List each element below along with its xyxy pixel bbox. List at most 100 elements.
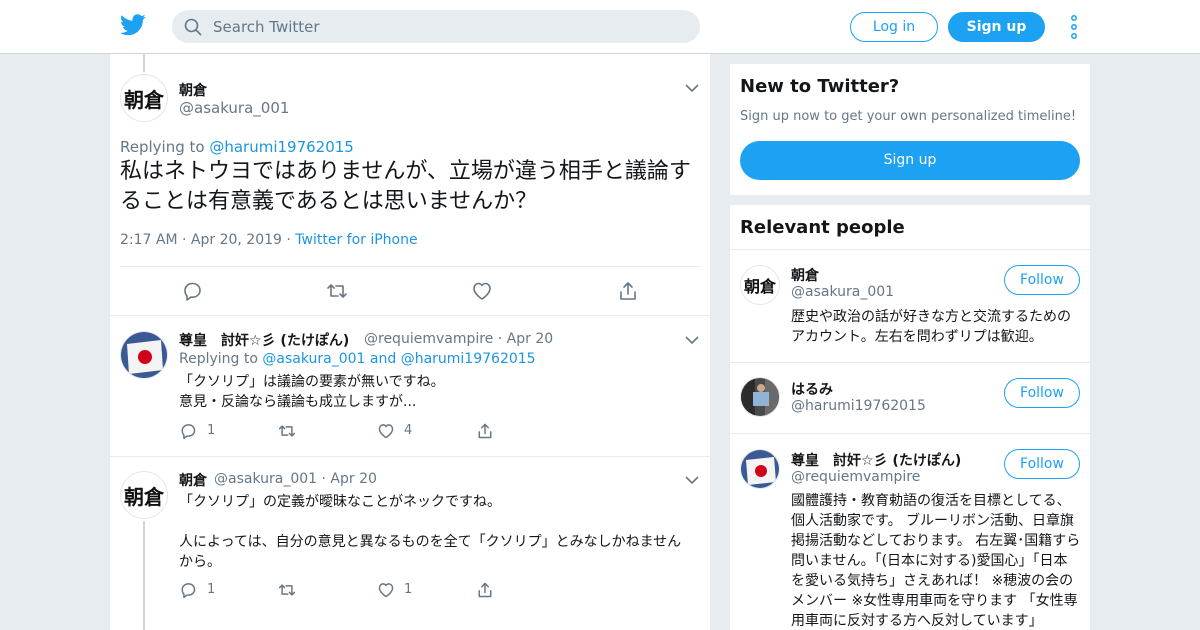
replying-to: Replying to @asakura_001 and @harumi1976…: [179, 351, 536, 367]
card-subtitle: Sign up now to get your own personalized…: [740, 109, 1077, 124]
replying-to-link[interactable]: @harumi19762015: [209, 138, 354, 156]
replying-to-link[interactable]: @harumi19762015: [401, 351, 536, 367]
search-input[interactable]: Search Twitter: [172, 10, 700, 43]
share-icon[interactable]: [617, 280, 639, 302]
replying-and: and: [365, 351, 401, 367]
tweet-source[interactable]: Twitter for iPhone: [295, 232, 417, 248]
sidebar-signup-button[interactable]: Sign up: [740, 141, 1080, 180]
tweet-text-line: 意見・反論なら議論も成立しますが...: [179, 394, 417, 410]
tweet-text: 私はネトウヨではありませんが、立場が違う相手と議論することは有意義であるとは思い…: [120, 159, 691, 214]
person-bio: 國體護持・教育勅語の復活を目標としてる、個人活動家です。 ブルーリボン活動、日章…: [791, 493, 1081, 629]
tweet-author-handle[interactable]: @asakura_001: [179, 99, 289, 117]
avatar[interactable]: 朝倉: [120, 471, 168, 519]
separator: ·: [286, 232, 291, 248]
person-handle[interactable]: @requiemvampire: [791, 469, 920, 485]
login-button[interactable]: Log in: [850, 12, 938, 42]
search-icon: [184, 18, 202, 36]
tweet-author-handle: @asakura_001 · Apr 20: [214, 471, 377, 487]
avatar-text: 朝倉: [124, 484, 164, 509]
divider: [110, 315, 710, 316]
handle-text[interactable]: @requiemvampire: [364, 331, 493, 347]
like-icon[interactable]: [377, 422, 395, 440]
retweet-icon[interactable]: [278, 581, 296, 599]
divider: [120, 266, 700, 267]
replying-to: Replying to @harumi19762015: [120, 138, 354, 156]
reply-icon[interactable]: [179, 422, 197, 440]
photo-avatar-image: [741, 378, 779, 416]
tweet-time[interactable]: 2:17 AM: [120, 232, 178, 248]
tweet-date[interactable]: Apr 20: [507, 331, 553, 347]
separator: ·: [497, 331, 503, 347]
divider: [110, 456, 710, 457]
tweet-text: 「クソリプ」は議論の要素が無いですね。 意見・反論なら議論も成立しますが...: [179, 372, 694, 412]
follow-button[interactable]: Follow: [1004, 449, 1080, 479]
tweet-actions: [120, 280, 700, 304]
retweet-icon[interactable]: [278, 422, 296, 440]
signup-button[interactable]: Sign up: [948, 12, 1045, 42]
tweet-text-line: 人によっては、自分の意見と異なるものを全て「クソリプ」とみなしかねませんから。: [179, 534, 682, 570]
divider: [730, 433, 1090, 434]
avatar[interactable]: 朝倉: [740, 265, 780, 305]
relevant-people-card: Relevant people 朝倉 朝倉 @asakura_001 Follo…: [730, 205, 1090, 630]
share-icon[interactable]: [476, 581, 494, 599]
like-icon[interactable]: [377, 581, 395, 599]
divider: [730, 362, 1090, 363]
person-handle[interactable]: @harumi19762015: [791, 398, 926, 414]
person-name[interactable]: 尊皇 討奸☆彡 (たけぽん): [791, 450, 961, 470]
reply-count: 1: [207, 582, 216, 597]
person-name[interactable]: はるみ: [791, 379, 833, 399]
tweet-actions: 1 4: [179, 422, 499, 442]
signup-card: New to Twitter? Sign up now to get your …: [730, 64, 1090, 195]
avatar[interactable]: 朝倉: [120, 74, 168, 122]
more-options-icon[interactable]: [1068, 14, 1080, 40]
search-placeholder: Search Twitter: [213, 18, 320, 36]
avatar-text: 朝倉: [743, 277, 776, 296]
like-icon[interactable]: [471, 280, 493, 302]
tweet-author-handle: @requiemvampire · Apr 20: [364, 331, 553, 347]
replying-prefix: Replying to: [120, 138, 210, 156]
thread-line: [143, 521, 145, 630]
tweet-meta: 2:17 AM · Apr 20, 2019 · Twitter for iPh…: [120, 232, 418, 248]
separator: ·: [321, 471, 326, 487]
replying-to-link[interactable]: @asakura_001: [262, 351, 365, 367]
person-name[interactable]: 朝倉: [791, 265, 819, 285]
twitter-logo-icon[interactable]: [120, 14, 146, 36]
person-handle[interactable]: @asakura_001: [791, 284, 894, 300]
avatar[interactable]: [740, 377, 780, 417]
thread-line: [143, 54, 145, 72]
top-bar: Search Twitter Log in Sign up: [0, 0, 1200, 54]
tweet-author-name[interactable]: 朝倉: [179, 80, 207, 100]
tweet-date[interactable]: Apr 20, 2019: [191, 232, 282, 248]
replying-prefix: Replying to: [179, 351, 263, 367]
tweet-text-line: 「クソリプ」は議論の要素が無いですね。: [179, 374, 445, 390]
separator: ·: [182, 232, 187, 248]
tweet-text: 「クソリプ」の定義が曖昧なことがネックですね。 人によっては、自分の意見と異なる…: [179, 492, 694, 572]
follow-button[interactable]: Follow: [1004, 378, 1080, 408]
avatar[interactable]: [740, 449, 780, 489]
flag-avatar-image: [741, 450, 779, 488]
reply-icon[interactable]: [181, 280, 203, 302]
follow-button[interactable]: Follow: [1004, 265, 1080, 295]
share-icon[interactable]: [476, 422, 494, 440]
tweet-text-line: 「クソリプ」の定義が曖昧なことがネックですね。: [179, 494, 501, 510]
retweet-icon[interactable]: [326, 280, 348, 302]
handle-text[interactable]: @asakura_001: [214, 471, 317, 487]
chevron-down-icon[interactable]: [685, 83, 699, 93]
card-title: New to Twitter?: [740, 76, 900, 97]
avatar-text: 朝倉: [124, 87, 164, 112]
like-count: 1: [404, 582, 413, 597]
person-bio: 歴史や政治の話が好きな方と交流するためのアカウント。左右を問わずリプは歓迎。: [791, 309, 1071, 345]
avatar[interactable]: [120, 331, 168, 379]
tweet-author-name[interactable]: 朝倉: [179, 470, 207, 490]
card-title: Relevant people: [740, 217, 905, 238]
like-count: 4: [404, 423, 413, 438]
chevron-down-icon[interactable]: [685, 335, 699, 345]
divider: [730, 249, 1090, 250]
flag-avatar-image: [121, 332, 167, 378]
reply-count: 1: [207, 423, 216, 438]
chevron-down-icon[interactable]: [685, 475, 699, 485]
tweet-author-name[interactable]: 尊皇 討奸☆彡 (たけぽん): [179, 330, 349, 350]
reply-icon[interactable]: [179, 581, 197, 599]
tweet-date[interactable]: Apr 20: [330, 471, 376, 487]
